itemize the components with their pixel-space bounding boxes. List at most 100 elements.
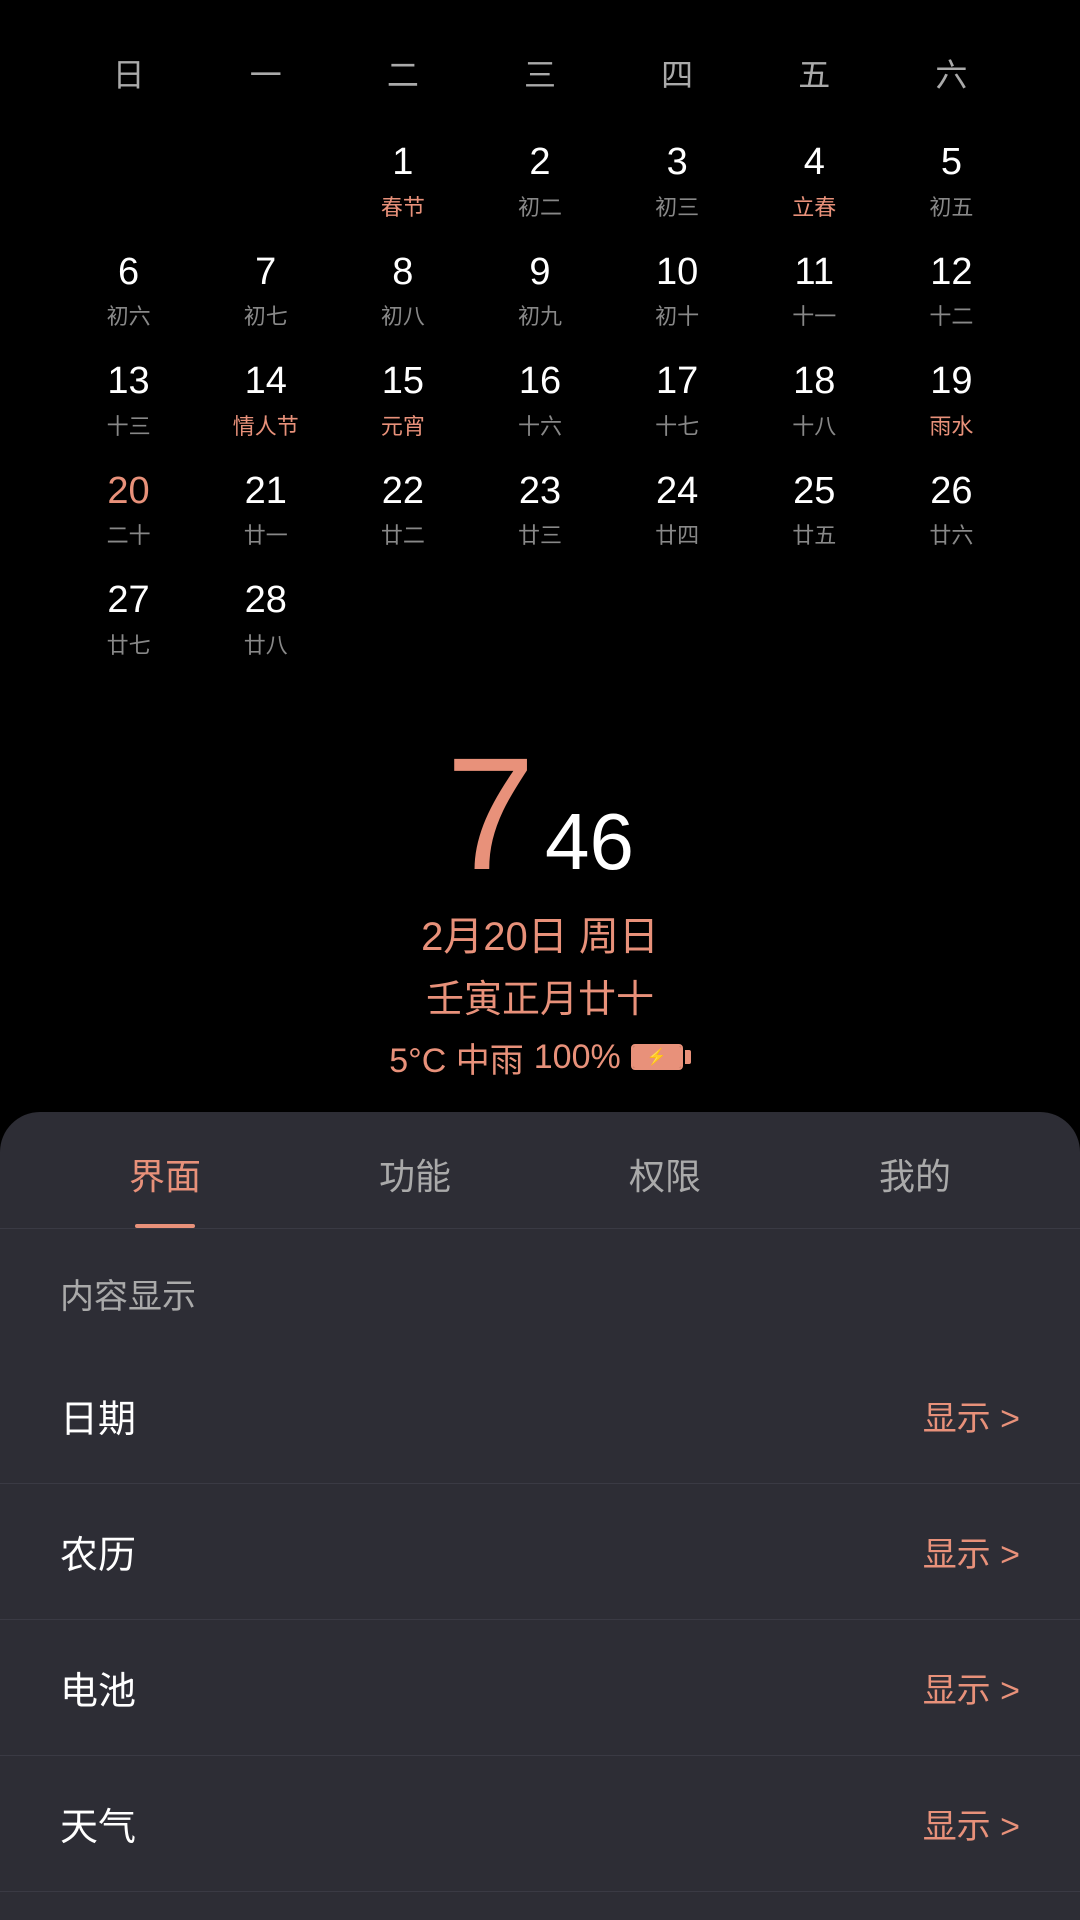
calendar-day[interactable]: 13十三 bbox=[60, 345, 197, 455]
day-number: 11 bbox=[795, 250, 834, 296]
day-lunar: 廿一 bbox=[244, 518, 288, 550]
weekday-3: 三 bbox=[471, 40, 608, 106]
tab-bar: 界面 功能 权限 我的 bbox=[0, 1112, 1080, 1229]
clock-weather: 5°C 中雨 bbox=[389, 1033, 524, 1082]
calendar-day[interactable]: 6初六 bbox=[60, 236, 197, 346]
calendar-day[interactable]: 9初九 bbox=[471, 236, 608, 346]
day-lunar: 初五 bbox=[929, 190, 973, 222]
section-title: 内容显示 bbox=[0, 1269, 1080, 1348]
calendar-day[interactable]: 5 初五 bbox=[883, 126, 1020, 236]
weekday-4: 四 bbox=[609, 40, 746, 106]
tab-mine[interactable]: 我的 bbox=[790, 1112, 1040, 1228]
calendar-day[interactable]: 14 情人节 bbox=[197, 345, 334, 455]
settings-weather[interactable]: 天气 显示 > bbox=[0, 1756, 1080, 1892]
day-number: 19 bbox=[930, 359, 972, 405]
calendar-day[interactable]: 8初八 bbox=[334, 236, 471, 346]
calendar-day[interactable]: 17十七 bbox=[609, 345, 746, 455]
calendar-day bbox=[197, 126, 334, 236]
battery-bolt-icon: ⚡ bbox=[647, 1047, 667, 1067]
calendar-day[interactable]: 15元宵 bbox=[334, 345, 471, 455]
day-lunar: 十一 bbox=[792, 299, 836, 331]
lunar-label: 农历 bbox=[60, 1524, 136, 1579]
clock-date: 2月20日 周日 bbox=[0, 904, 1080, 962]
clock-minute: 46 bbox=[545, 796, 634, 888]
day-lunar: 二十 bbox=[107, 518, 151, 550]
calendar-day[interactable]: 7初七 bbox=[197, 236, 334, 346]
calendar-day[interactable]: 12十二 bbox=[883, 236, 1020, 346]
calendar-day[interactable]: 11十一 bbox=[746, 236, 883, 346]
day-number: 28 bbox=[245, 578, 287, 624]
day-number: 15 bbox=[382, 359, 424, 405]
calendar-day[interactable]: 2初二 bbox=[471, 126, 608, 236]
day-lunar: 初三 bbox=[655, 190, 699, 222]
tab-function[interactable]: 功能 bbox=[290, 1112, 540, 1228]
clock-section: 7 46 2月20日 周日 壬寅正月廿十 5°C 中雨 100% ⚡ bbox=[0, 694, 1080, 1102]
day-number: 24 bbox=[656, 469, 698, 515]
calendar-day[interactable]: 26廿六 bbox=[883, 455, 1020, 565]
day-lunar: 初七 bbox=[244, 299, 288, 331]
calendar-day[interactable]: 18十八 bbox=[746, 345, 883, 455]
day-lunar: 廿七 bbox=[107, 628, 151, 660]
calendar-day bbox=[60, 126, 197, 236]
battery-label: 电池 bbox=[60, 1660, 136, 1715]
day-number: 23 bbox=[519, 469, 561, 515]
day-number: 27 bbox=[107, 578, 149, 624]
day-number: 6 bbox=[118, 250, 139, 296]
day-lunar: 廿五 bbox=[792, 518, 836, 550]
settings-pedometer[interactable]: 计步 关闭 > bbox=[0, 1892, 1080, 1920]
battery-icon: ⚡ bbox=[631, 1044, 691, 1070]
day-lunar: 立春 bbox=[792, 190, 836, 222]
calendar-day[interactable]: 16 十六 bbox=[471, 345, 608, 455]
date-value: 显示 > bbox=[923, 1391, 1020, 1440]
calendar-day bbox=[746, 564, 883, 674]
day-number: 26 bbox=[930, 469, 972, 515]
date-label: 日期 bbox=[60, 1388, 136, 1443]
settings-lunar[interactable]: 农历 显示 > bbox=[0, 1484, 1080, 1620]
calendar-day[interactable]: 25廿五 bbox=[746, 455, 883, 565]
clock-info: 5°C 中雨 100% ⚡ bbox=[0, 1033, 1080, 1082]
calendar-day[interactable]: 19雨水 bbox=[883, 345, 1020, 455]
day-number: 7 bbox=[255, 250, 276, 296]
weekday-1: 一 bbox=[197, 40, 334, 106]
battery-tip bbox=[685, 1050, 691, 1064]
day-number: 16 bbox=[519, 359, 561, 405]
day-number: 21 bbox=[245, 469, 287, 515]
weather-label: 天气 bbox=[60, 1796, 136, 1851]
weekday-5: 五 bbox=[746, 40, 883, 106]
settings-panel: 界面 功能 权限 我的 内容显示 日期 显示 > 农历 显示 > 电池 显示 >… bbox=[0, 1112, 1080, 1920]
day-lunar: 初八 bbox=[381, 299, 425, 331]
day-number: 25 bbox=[793, 469, 835, 515]
settings-date[interactable]: 日期 显示 > bbox=[0, 1348, 1080, 1484]
calendar-day[interactable]: 10初十 bbox=[609, 236, 746, 346]
day-lunar: 情人节 bbox=[233, 409, 299, 441]
settings-battery[interactable]: 电池 显示 > bbox=[0, 1620, 1080, 1756]
calendar-day[interactable]: 23廿三 bbox=[471, 455, 608, 565]
clock-hour: 7 bbox=[446, 734, 535, 894]
tab-interface[interactable]: 界面 bbox=[40, 1112, 290, 1228]
calendar-day[interactable]: 3初三 bbox=[609, 126, 746, 236]
weekday-0: 日 bbox=[60, 40, 197, 106]
clock-battery-text: 100% bbox=[534, 1038, 621, 1077]
day-lunar: 初十 bbox=[655, 299, 699, 331]
day-lunar: 初六 bbox=[107, 299, 151, 331]
day-number: 4 bbox=[804, 140, 825, 186]
calendar-day[interactable]: 22廿二 bbox=[334, 455, 471, 565]
calendar-day[interactable]: 28廿八 bbox=[197, 564, 334, 674]
day-number: 18 bbox=[793, 359, 835, 405]
day-number: 14 bbox=[245, 359, 287, 405]
tab-permission[interactable]: 权限 bbox=[540, 1112, 790, 1228]
calendar-day[interactable]: 24廿四 bbox=[609, 455, 746, 565]
day-lunar: 十七 bbox=[655, 409, 699, 441]
calendar-day[interactable]: 20二十 bbox=[60, 455, 197, 565]
calendar-day[interactable]: 1春节 bbox=[334, 126, 471, 236]
lunar-value: 显示 > bbox=[923, 1527, 1020, 1576]
calendar-day[interactable]: 4 立春 bbox=[746, 126, 883, 236]
day-number: 9 bbox=[529, 250, 550, 296]
day-lunar: 十六 bbox=[518, 409, 562, 441]
day-lunar: 廿三 bbox=[518, 518, 562, 550]
day-number: 12 bbox=[930, 250, 972, 296]
calendar-day[interactable]: 27 廿七 bbox=[60, 564, 197, 674]
calendar-day[interactable]: 21廿一 bbox=[197, 455, 334, 565]
day-number: 5 bbox=[941, 140, 962, 186]
day-lunar: 十二 bbox=[929, 299, 973, 331]
